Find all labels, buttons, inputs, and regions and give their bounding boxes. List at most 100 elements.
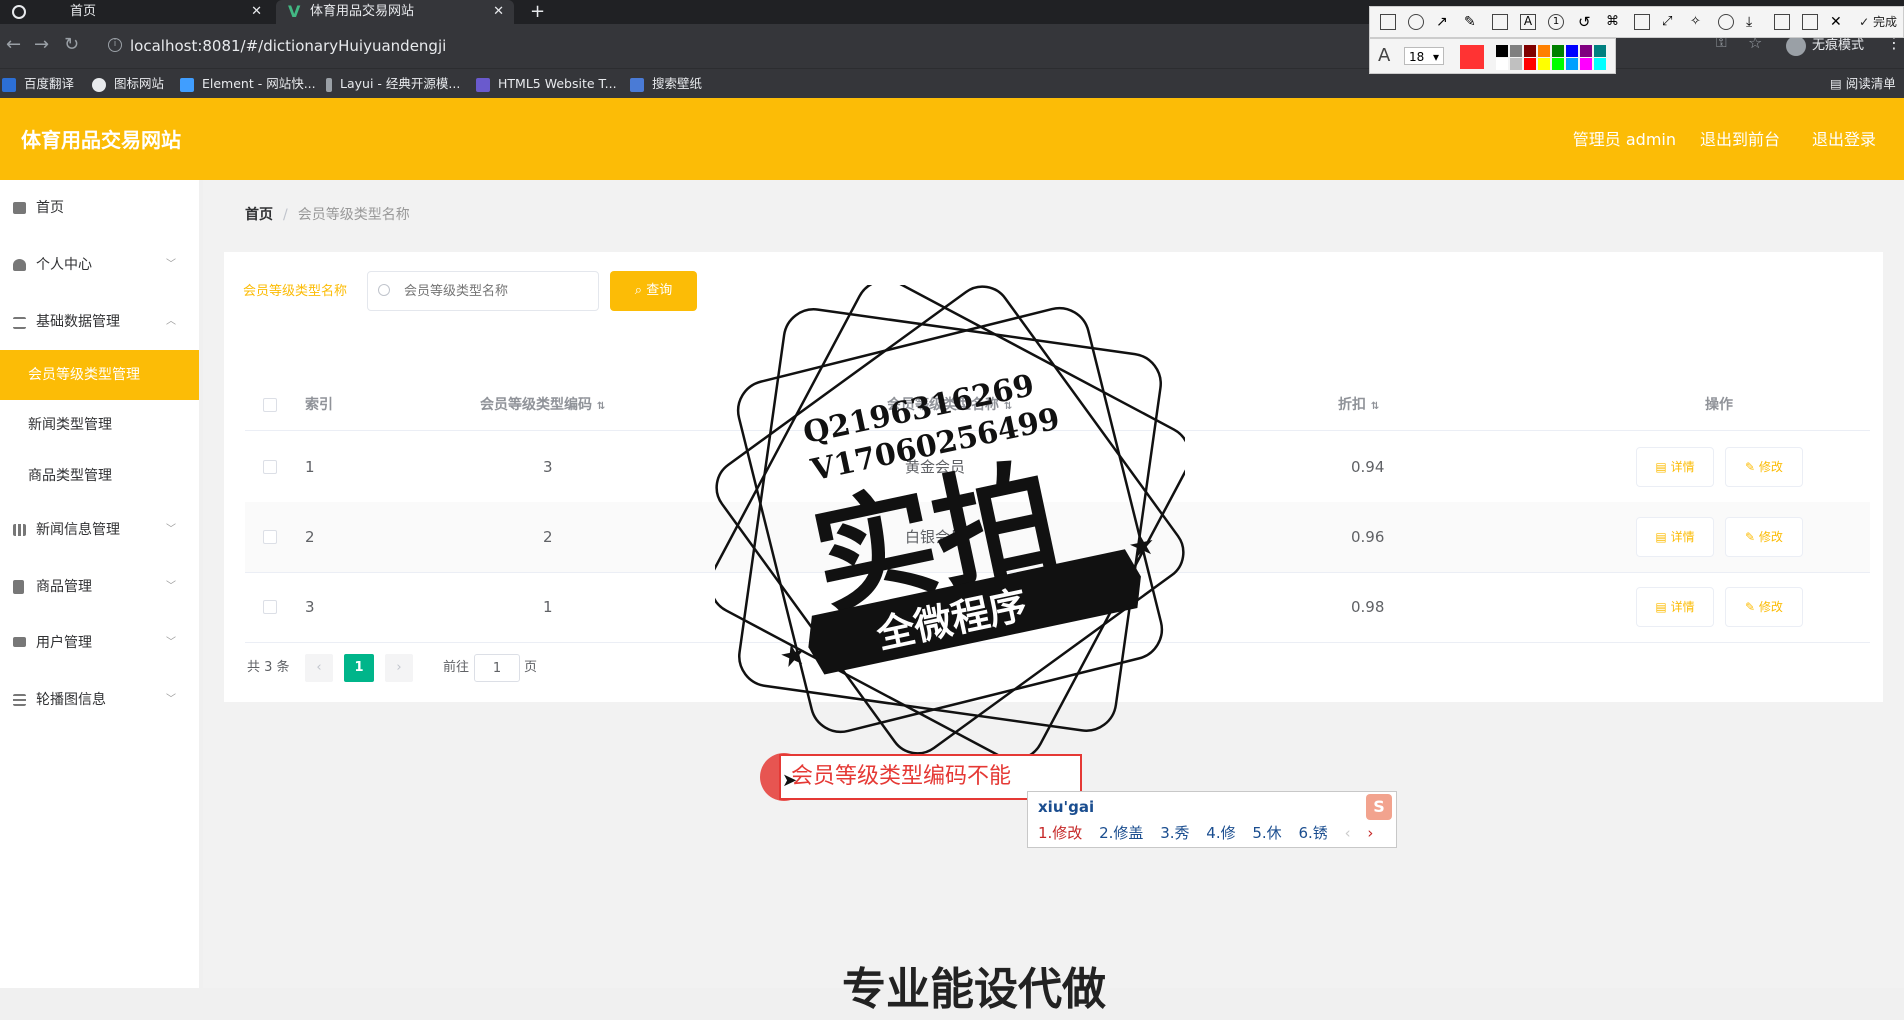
detail-button[interactable]: ▤ 详情 xyxy=(1636,517,1714,557)
goto-page-input[interactable] xyxy=(474,654,520,682)
ime-candidate[interactable]: 5.休 xyxy=(1252,824,1281,842)
prev-page-button[interactable]: ‹ xyxy=(305,654,333,682)
logout-link[interactable]: 退出登录 xyxy=(1812,98,1876,182)
url-field[interactable]: i localhost:8081/#/dictionaryHuiyuandeng… xyxy=(104,32,1354,60)
chevron-left-icon[interactable]: ‹ xyxy=(1345,824,1351,842)
sidebar-item-carousel[interactable]: 轮播图信息 ﹀ xyxy=(0,675,199,725)
reload-icon[interactable]: ↻ xyxy=(64,34,79,56)
html5-icon xyxy=(476,77,490,92)
download-icon[interactable]: ⤓ xyxy=(1746,14,1762,30)
new-tab-icon[interactable]: + xyxy=(530,0,545,24)
font-size-select[interactable]: 18 ▾ xyxy=(1404,47,1444,65)
color-swatch[interactable] xyxy=(1566,58,1578,70)
edit-button[interactable]: ✎ 修改 xyxy=(1725,517,1803,557)
current-color-swatch[interactable] xyxy=(1460,45,1484,69)
ime-candidate[interactable]: 6.锈 xyxy=(1298,824,1327,842)
bookmark-item[interactable]: 搜索壁纸 xyxy=(630,69,702,99)
detail-button[interactable]: ▤ 详情 xyxy=(1636,587,1714,627)
sidebar-item-member-level[interactable]: 会员等级类型管理 xyxy=(0,350,199,400)
rectangle-tool-icon[interactable] xyxy=(1380,14,1396,30)
info-icon[interactable]: i xyxy=(108,38,122,52)
ime-candidate[interactable]: 2.修盖 xyxy=(1099,824,1143,842)
color-swatch[interactable] xyxy=(1594,58,1606,70)
search-button[interactable]: ⌕ 查询 xyxy=(610,271,697,311)
bookmark-item[interactable]: 图标网站 xyxy=(92,69,164,99)
sidebar-item-news-type[interactable]: 新闻类型管理 xyxy=(0,400,199,450)
undo-icon[interactable]: ↺ xyxy=(1578,14,1594,30)
sidebar-item-basic-data[interactable]: 基础数据管理 ︿ xyxy=(0,297,199,347)
bookmark-item[interactable]: HTML5 Website T... xyxy=(476,69,617,99)
back-icon[interactable]: ← xyxy=(6,34,21,56)
expand-icon[interactable]: ⤢ xyxy=(1662,14,1678,30)
forward-icon[interactable]: → xyxy=(34,34,49,56)
pen-tool-icon[interactable]: ✎ xyxy=(1464,14,1480,30)
color-swatch[interactable] xyxy=(1496,45,1508,57)
record-icon[interactable] xyxy=(1718,14,1734,30)
edit-button[interactable]: ✎ 修改 xyxy=(1725,447,1803,487)
color-swatch[interactable] xyxy=(1510,58,1522,70)
color-swatch[interactable] xyxy=(1552,45,1564,57)
bookmark-item[interactable]: Element - 网站快... xyxy=(180,69,316,99)
reading-list[interactable]: ▤ 阅读清单 xyxy=(1830,69,1896,99)
row-checkbox[interactable] xyxy=(263,460,277,474)
bookmark-item[interactable]: Layui - 经典开源模... xyxy=(326,69,460,99)
close-icon[interactable]: ✕ xyxy=(493,0,504,24)
backend-link[interactable]: 退出到前台 xyxy=(1700,98,1780,182)
color-swatch[interactable] xyxy=(1594,45,1606,57)
close-icon[interactable]: ✕ xyxy=(251,0,262,24)
magic-icon[interactable]: ✧ xyxy=(1690,14,1706,30)
cancel-icon[interactable]: ✕ xyxy=(1830,14,1846,30)
ocr-icon[interactable] xyxy=(1634,14,1650,30)
pin-icon[interactable]: ⌘ xyxy=(1606,14,1622,30)
text-tool-icon[interactable]: A xyxy=(1520,14,1536,30)
arrow-tool-icon[interactable]: ↗ xyxy=(1436,14,1452,30)
sidebar-item-home[interactable]: 首页 xyxy=(0,183,199,233)
ime-candidate[interactable]: 1.修改 xyxy=(1038,824,1082,842)
color-swatch[interactable] xyxy=(1538,45,1550,57)
breadcrumb-home[interactable]: 首页 xyxy=(245,207,273,223)
detail-button[interactable]: ▤ 详情 xyxy=(1636,447,1714,487)
color-swatch[interactable] xyxy=(1580,45,1592,57)
bookmark-item[interactable]: 百度翻译 xyxy=(2,69,74,99)
next-page-button[interactable]: › xyxy=(385,654,413,682)
row-checkbox[interactable] xyxy=(263,600,277,614)
sort-icon[interactable]: ⇅ xyxy=(1371,401,1379,412)
column-header-discount[interactable]: 折扣 ⇅ xyxy=(1338,380,1379,432)
color-swatch[interactable] xyxy=(1566,45,1578,57)
bookmark-icon[interactable] xyxy=(1802,14,1818,30)
chevron-down-icon: ﹀ xyxy=(166,637,176,648)
sidebar-item-product-type[interactable]: 商品类型管理 xyxy=(0,451,199,501)
row-checkbox[interactable] xyxy=(263,530,277,544)
mosaic-tool-icon[interactable] xyxy=(1492,14,1508,30)
edit-button[interactable]: ✎ 修改 xyxy=(1725,587,1803,627)
color-swatch[interactable] xyxy=(1552,58,1564,70)
sidebar-item-products[interactable]: 商品管理 ﹀ xyxy=(0,562,199,612)
select-all-checkbox[interactable] xyxy=(263,398,277,412)
done-button[interactable]: ✓ 完成 xyxy=(1859,7,1897,37)
sidebar-item-news[interactable]: 新闻信息管理 ﹀ xyxy=(0,505,199,555)
ellipse-tool-icon[interactable] xyxy=(1408,14,1424,30)
sort-icon[interactable]: ⇅ xyxy=(597,401,605,412)
color-swatch[interactable] xyxy=(1510,45,1522,57)
column-header-code[interactable]: 会员等级类型编码 ⇅ xyxy=(480,380,605,432)
search-icon: ⌕ xyxy=(634,283,647,298)
color-swatch[interactable] xyxy=(1580,58,1592,70)
goto-label: 前往 xyxy=(443,660,470,675)
page-number-button[interactable]: 1 xyxy=(344,654,374,682)
phone-icon[interactable] xyxy=(1774,14,1790,30)
browser-tab-home[interactable]: 首页 ✕ xyxy=(0,0,272,24)
color-swatch[interactable] xyxy=(1524,45,1536,57)
bird-icon xyxy=(92,77,106,92)
sidebar-item-profile[interactable]: 个人中心 ﹀ xyxy=(0,240,199,290)
number-tool-icon[interactable]: 1 xyxy=(1548,14,1564,30)
color-swatch[interactable] xyxy=(1524,58,1536,70)
color-swatch[interactable] xyxy=(1496,58,1508,70)
ime-candidate[interactable]: 3.秀 xyxy=(1160,824,1189,842)
chevron-right-icon[interactable]: › xyxy=(1367,824,1373,842)
search-input[interactable] xyxy=(367,271,599,311)
browser-tab-site[interactable]: V 体育用品交易网站 ✕ xyxy=(276,0,514,24)
sidebar-item-users[interactable]: 用户管理 ﹀ xyxy=(0,618,199,668)
chevron-right-icon: › xyxy=(396,660,402,675)
ime-candidate[interactable]: 4.修 xyxy=(1206,824,1235,842)
color-swatch[interactable] xyxy=(1538,58,1550,70)
